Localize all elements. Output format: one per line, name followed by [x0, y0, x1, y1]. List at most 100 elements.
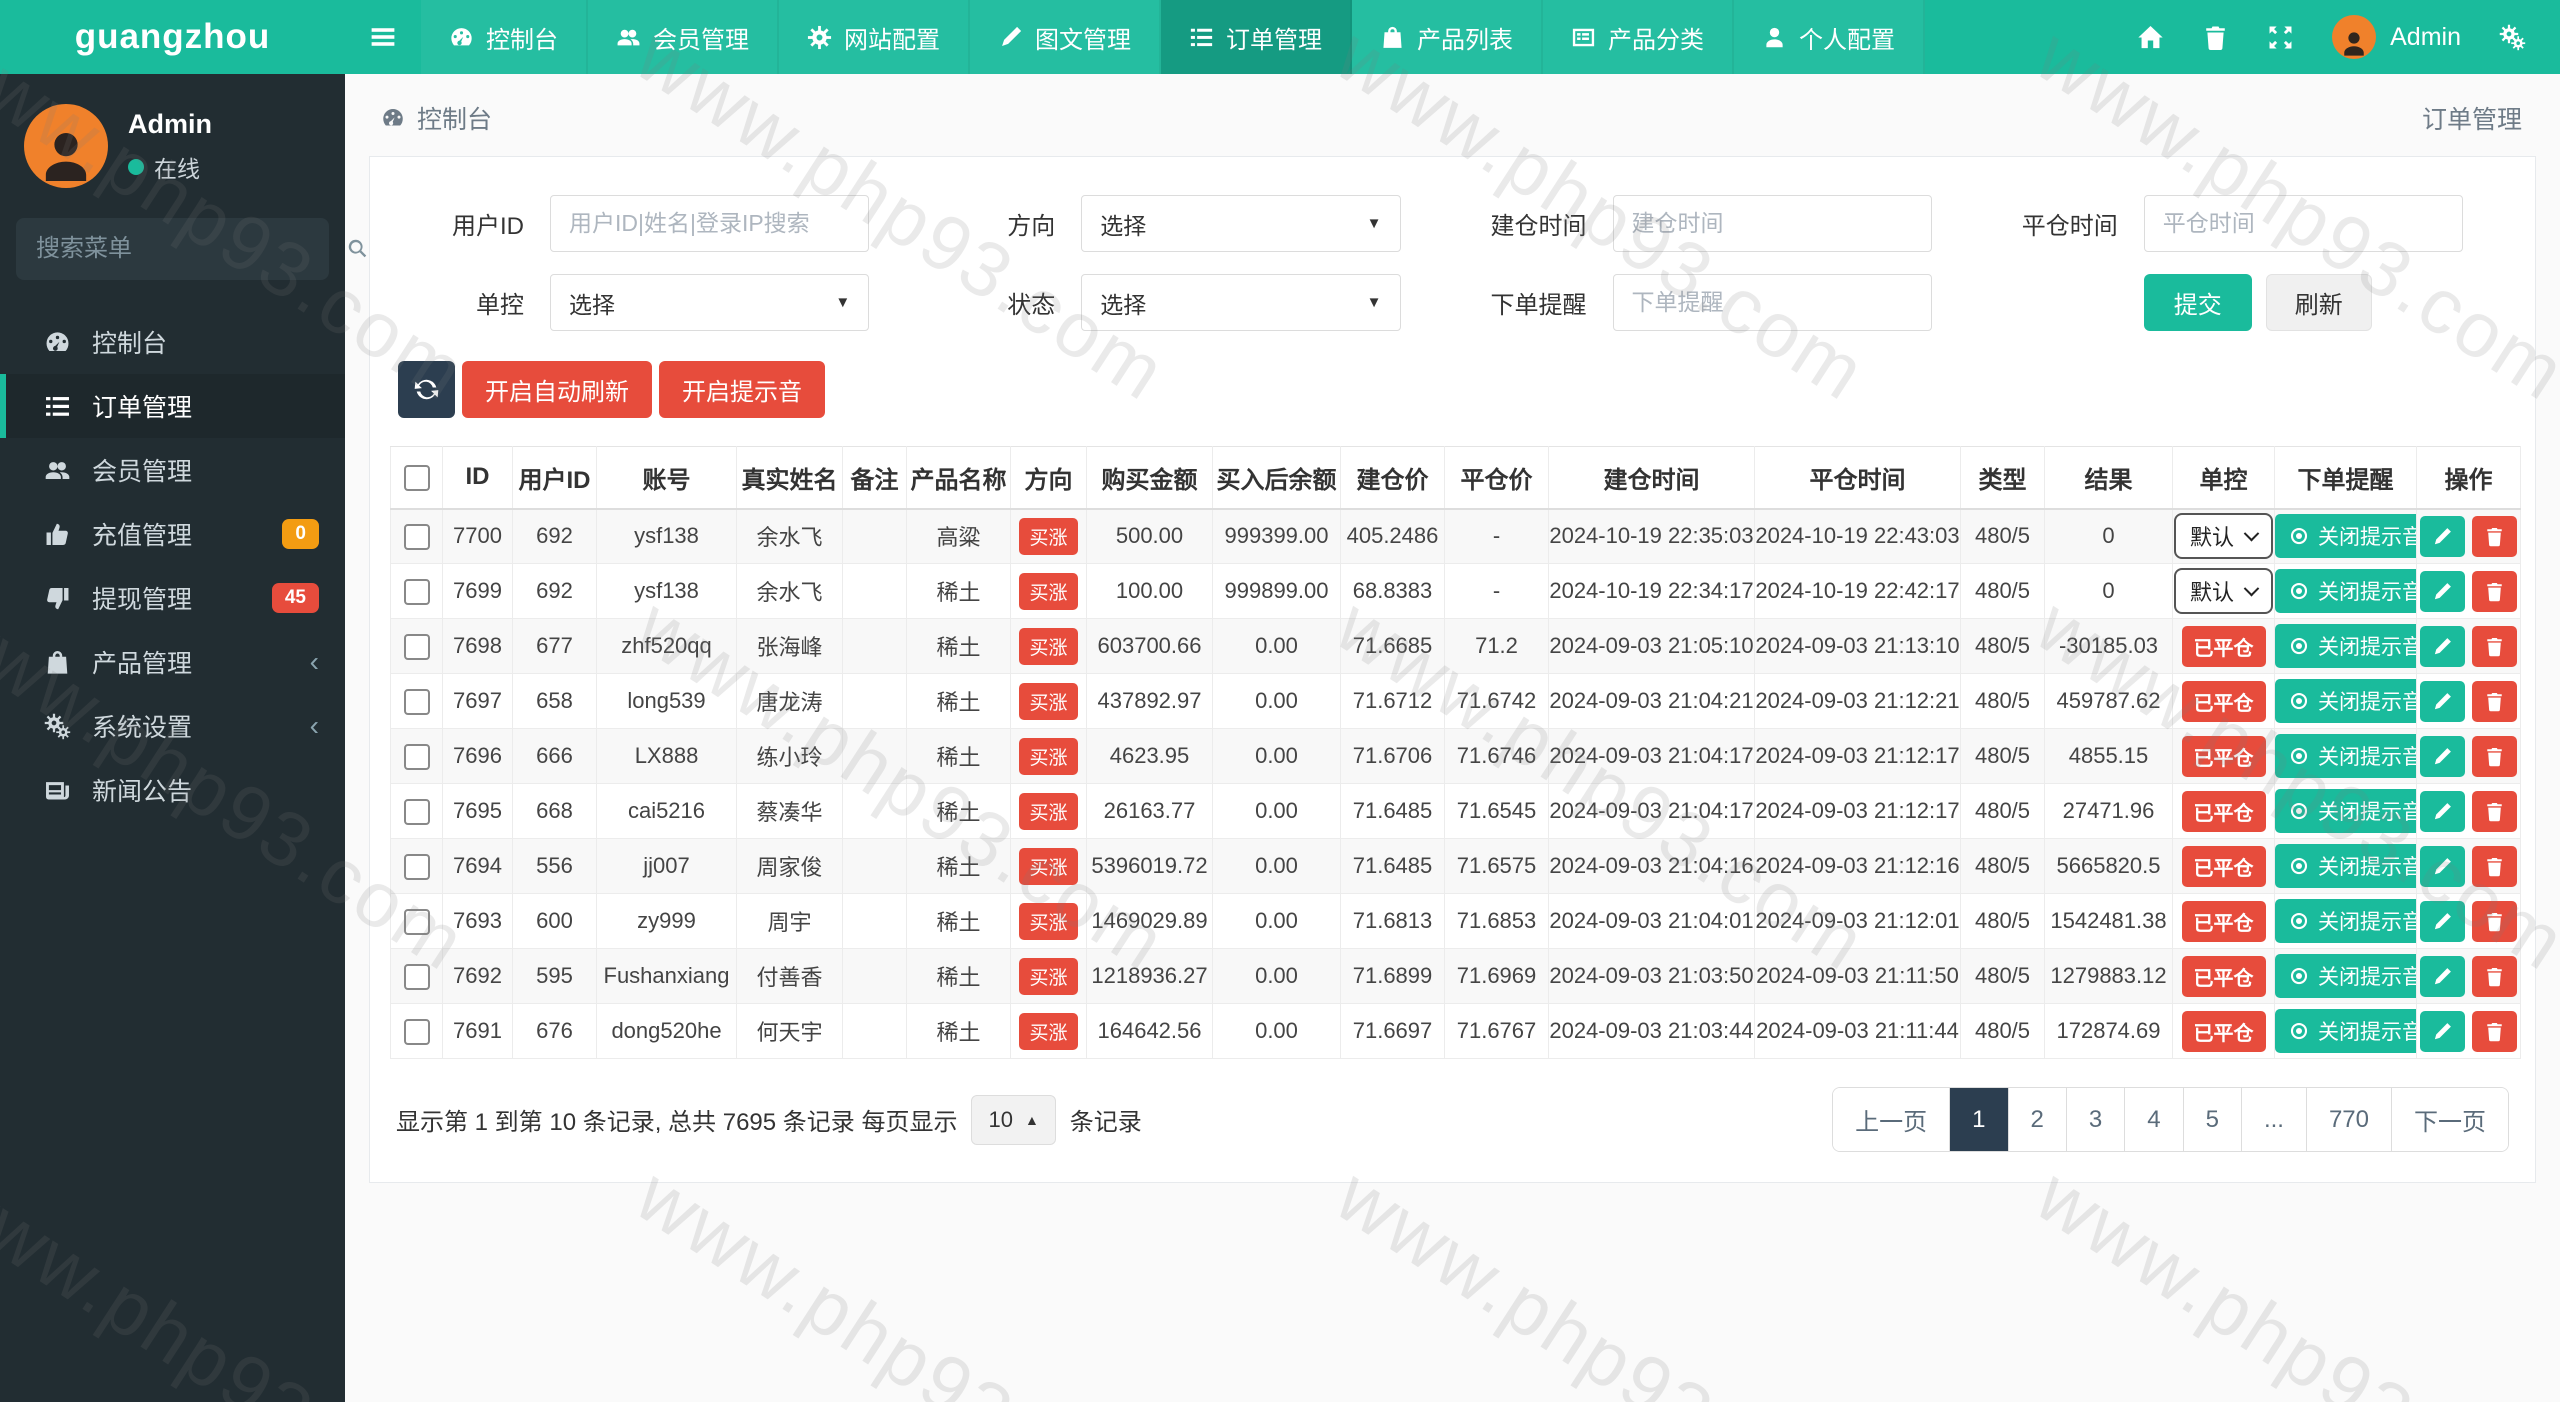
search-icon[interactable] [346, 237, 370, 261]
topnav-item[interactable]: 控制台 [421, 0, 588, 74]
topnav-item[interactable]: 会员管理 [588, 0, 779, 74]
sidebar-search-input[interactable] [36, 235, 346, 263]
delete-button[interactable] [2472, 955, 2517, 997]
close-sound-button[interactable]: 关闭提示音 [2275, 679, 2416, 723]
column-header[interactable]: 平仓时间 [1754, 446, 1961, 510]
edit-button[interactable] [2420, 735, 2465, 777]
pagination-next[interactable]: 下一页 [2391, 1088, 2508, 1151]
column-header[interactable]: 下单提醒 [2274, 446, 2417, 510]
column-header[interactable]: 产品名称 [906, 446, 1011, 510]
topnav-item[interactable]: 网站配置 [779, 0, 970, 74]
page-size-select[interactable]: 10 ▲ [971, 1094, 1056, 1145]
auto-refresh-button[interactable]: 开启自动刷新 [462, 361, 652, 418]
pagination-page-3[interactable]: 3 [2065, 1088, 2125, 1151]
column-header[interactable]: 结果 [2044, 446, 2173, 510]
row-control-select[interactable]: 默认 [2173, 513, 2273, 560]
edit-button[interactable] [2420, 955, 2465, 997]
pagination-prev[interactable]: 上一页 [1833, 1088, 1950, 1151]
close-sound-button[interactable]: 关闭提示音 [2275, 569, 2416, 613]
column-header[interactable]: ID [442, 446, 513, 510]
sidebar-toggle-button[interactable] [345, 0, 421, 74]
row-checkbox[interactable] [403, 743, 430, 770]
row-checkbox[interactable] [403, 523, 430, 550]
sidebar-item[interactable]: 提现管理 45 [0, 566, 345, 630]
home-icon[interactable] [2137, 24, 2164, 51]
pagination-ellipsis[interactable]: ... [2240, 1088, 2306, 1151]
delete-button[interactable] [2472, 900, 2517, 942]
edit-button[interactable] [2420, 790, 2465, 832]
edit-button[interactable] [2420, 1010, 2465, 1052]
close-sound-button[interactable]: 关闭提示音 [2275, 1009, 2416, 1053]
sidebar-item[interactable]: 产品管理 ‹ [0, 630, 345, 694]
fullscreen-icon[interactable] [2267, 24, 2294, 51]
delete-button[interactable] [2472, 625, 2517, 667]
edit-button[interactable] [2420, 570, 2465, 612]
edit-button[interactable] [2420, 900, 2465, 942]
pagination-page-5[interactable]: 5 [2182, 1088, 2241, 1151]
trash-icon[interactable] [2202, 24, 2229, 51]
sidebar-item[interactable]: 系统设置 ‹ [0, 694, 345, 758]
close-sound-button[interactable]: 关闭提示音 [2275, 899, 2416, 943]
edit-button[interactable] [2420, 625, 2465, 667]
sound-toggle-button[interactable]: 开启提示音 [659, 361, 825, 418]
delete-button[interactable] [2472, 680, 2517, 722]
reminder-input[interactable] [1631, 289, 1913, 316]
column-header[interactable]: 建仓价 [1340, 446, 1445, 510]
close-sound-button[interactable]: 关闭提示音 [2275, 514, 2416, 559]
close-time-input[interactable] [2162, 210, 2444, 237]
pagination-page-2[interactable]: 2 [2007, 1088, 2066, 1151]
topnav-item[interactable]: 订单管理 [1161, 0, 1352, 74]
close-sound-button[interactable]: 关闭提示音 [2275, 954, 2416, 998]
sidebar-item[interactable]: 新闻公告 [0, 758, 345, 822]
pagination-page-1[interactable]: 1 [1949, 1088, 2008, 1151]
delete-button[interactable] [2472, 570, 2517, 612]
column-header[interactable]: 建仓时间 [1548, 446, 1755, 510]
sidebar-item[interactable]: 充值管理 0 [0, 502, 345, 566]
column-header[interactable]: 购买金额 [1086, 446, 1213, 510]
column-header[interactable]: 操作 [2416, 446, 2521, 510]
row-checkbox[interactable] [403, 688, 430, 715]
row-control-select[interactable]: 默认 [2173, 568, 2273, 614]
edit-button[interactable] [2420, 845, 2465, 887]
pagination-page-4[interactable]: 4 [2124, 1088, 2183, 1151]
sidebar-item[interactable]: 会员管理 [0, 438, 345, 502]
status-select[interactable]: 选择 ▼ [1081, 274, 1401, 331]
topnav-item[interactable]: 产品分类 [1543, 0, 1734, 74]
row-checkbox[interactable] [403, 963, 430, 990]
breadcrumb[interactable]: 控制台 [381, 100, 492, 136]
column-header[interactable]: 平仓价 [1444, 446, 1549, 510]
column-header[interactable]: 买入后余额 [1212, 446, 1341, 510]
user-menu[interactable]: Admin [2332, 15, 2461, 59]
delete-button[interactable] [2472, 790, 2517, 832]
topnav-item[interactable]: 产品列表 [1352, 0, 1543, 74]
topnav-item[interactable]: 图文管理 [970, 0, 1161, 74]
row-checkbox[interactable] [403, 1018, 430, 1045]
row-checkbox[interactable] [403, 798, 430, 825]
select-all-checkbox[interactable] [403, 464, 430, 491]
column-header[interactable]: 真实姓名 [736, 446, 843, 510]
reload-table-button[interactable] [398, 361, 455, 418]
column-header[interactable]: 用户ID [512, 446, 597, 510]
topnav-item[interactable]: 个人配置 [1734, 0, 1925, 74]
column-header[interactable]: 备注 [842, 446, 907, 510]
open-time-input[interactable] [1631, 210, 1913, 237]
sidebar-item[interactable]: 订单管理 [0, 374, 345, 438]
delete-button[interactable] [2472, 845, 2517, 887]
row-checkbox[interactable] [403, 908, 430, 935]
edit-button[interactable] [2420, 515, 2465, 557]
user-id-input[interactable] [569, 210, 851, 237]
close-sound-button[interactable]: 关闭提示音 [2275, 624, 2416, 668]
column-header[interactable]: 账号 [596, 446, 737, 510]
close-sound-button[interactable]: 关闭提示音 [2275, 789, 2416, 833]
column-header[interactable]: 单控 [2172, 446, 2275, 510]
sidebar-item[interactable]: 控制台 [0, 310, 345, 374]
delete-button[interactable] [2472, 515, 2517, 557]
submit-button[interactable]: 提交 [2143, 274, 2252, 331]
close-sound-button[interactable]: 关闭提示音 [2275, 844, 2416, 888]
pagination-page-770[interactable]: 770 [2305, 1088, 2391, 1151]
edit-button[interactable] [2420, 680, 2465, 722]
refresh-button[interactable]: 刷新 [2265, 274, 2372, 331]
row-checkbox[interactable] [403, 633, 430, 660]
column-header[interactable]: 类型 [1960, 446, 2045, 510]
settings-gear-icon[interactable] [2499, 24, 2526, 51]
